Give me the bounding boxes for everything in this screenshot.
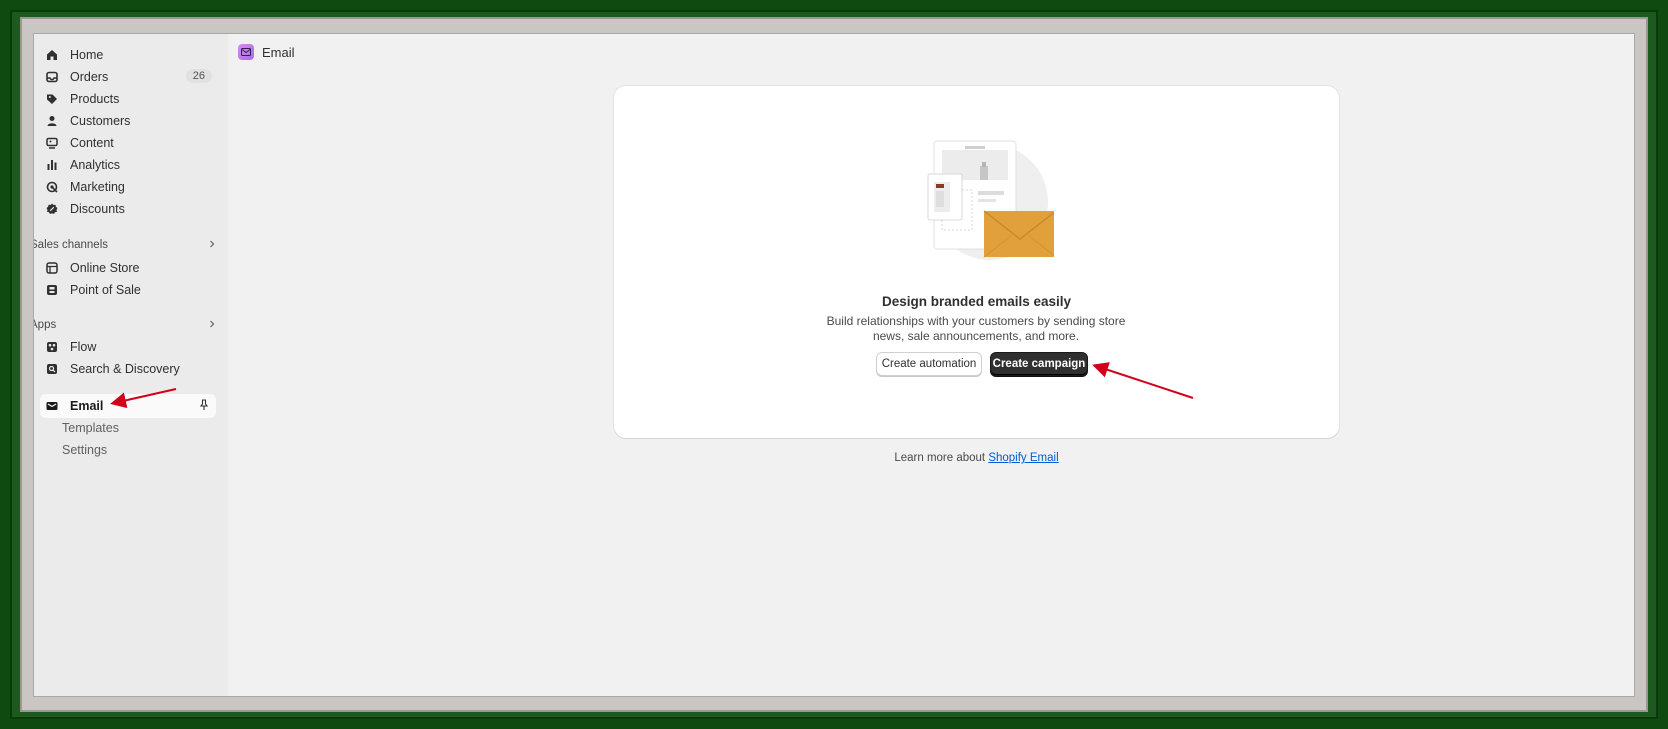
sidebar-subitem-templates[interactable]: Templates (62, 421, 119, 441)
chevron-right-icon (208, 319, 216, 331)
sidebar-item-label: Customers (70, 114, 131, 128)
sidebar-item-orders[interactable]: Orders 26 (40, 65, 220, 89)
sidebar-item-point-of-sale[interactable]: Point of Sale (40, 278, 220, 302)
page-title: Email (262, 44, 295, 60)
target-icon (44, 179, 60, 195)
learn-more-text: Learn more about (894, 452, 989, 464)
sidebar-item-label: Point of Sale (70, 283, 141, 297)
person-icon (44, 113, 60, 129)
sidebar-item-label: Online Store (70, 261, 140, 275)
sidebar-item-label: Products (70, 92, 120, 106)
sidebar-item-label: Home (70, 48, 104, 62)
sidebar-item-customers[interactable]: Customers (40, 109, 220, 133)
store-icon (44, 260, 60, 276)
email-icon (44, 398, 60, 414)
pos-icon (44, 282, 60, 298)
pin-icon[interactable] (198, 399, 210, 414)
discount-icon (44, 201, 60, 217)
orders-count-badge: 26 (185, 69, 212, 83)
create-automation-button[interactable]: Create automation (876, 352, 982, 376)
sidebar-item-email[interactable]: Email (40, 394, 216, 418)
learn-more-footer: Learn more about Shopify Email (614, 452, 1339, 464)
sales-channels-header[interactable]: Sales channels (33, 236, 216, 254)
sidebar-item-label: Discounts (70, 202, 125, 216)
sidebar-item-discounts[interactable]: Discounts (40, 197, 220, 221)
section-title: Sales channels (33, 239, 108, 251)
bar-chart-icon (44, 157, 60, 173)
empty-state-title: Design branded emails easily (881, 294, 1072, 309)
email-envelope-illustration (914, 136, 1057, 269)
sidebar-item-products[interactable]: Products (40, 87, 220, 111)
sidebar-item-analytics[interactable]: Analytics (40, 153, 220, 177)
app-window: Home Orders 26 Products Customers Conten… (33, 33, 1635, 697)
shopify-email-link[interactable]: Shopify Email (988, 452, 1058, 464)
sidebar-item-marketing[interactable]: Marketing (40, 175, 220, 199)
home-icon (44, 47, 60, 63)
sidebar-item-search-discovery[interactable]: Search & Discovery (40, 357, 220, 381)
sidebar-item-content[interactable]: Content (40, 131, 220, 155)
sidebar-item-home[interactable]: Home (40, 43, 220, 67)
flow-icon (44, 339, 60, 355)
sidebar-item-label: Search & Discovery (70, 362, 180, 376)
sidebar-item-label: Marketing (70, 180, 125, 194)
inbox-icon (44, 69, 60, 85)
section-title: Apps (34, 319, 57, 331)
sidebar-item-label: Orders (70, 70, 109, 84)
sidebar: Home Orders 26 Products Customers Conten… (34, 34, 228, 696)
create-campaign-button[interactable]: Create campaign (990, 352, 1088, 376)
sidebar-item-label: Flow (70, 340, 97, 354)
sidebar-item-label: Email (70, 399, 104, 413)
search-icon (44, 361, 60, 377)
page-header: Email (238, 42, 295, 62)
empty-state-description: Build relationships with your customers … (826, 314, 1126, 343)
sidebar-item-online-store[interactable]: Online Store (40, 256, 220, 280)
sidebar-item-label: Analytics (70, 158, 121, 172)
chevron-right-icon (208, 239, 216, 251)
sidebar-item-flow[interactable]: Flow (40, 335, 220, 359)
apps-header[interactable]: Apps (34, 316, 216, 334)
sidebar-subitem-settings[interactable]: Settings (62, 443, 107, 463)
email-app-icon (238, 44, 254, 60)
image-icon (44, 135, 60, 151)
sidebar-item-label: Content (70, 136, 114, 150)
tag-icon (44, 91, 60, 107)
empty-state-card: Design branded emails easily Build relat… (614, 86, 1339, 438)
